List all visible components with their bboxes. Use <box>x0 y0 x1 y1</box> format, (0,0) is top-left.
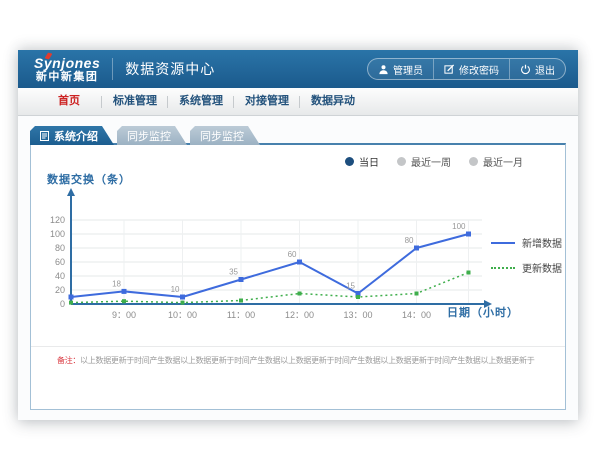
tab-sync-monitor-2-label: 同步监控 <box>200 128 244 144</box>
nav-item-standard-management[interactable]: 标准管理 <box>102 88 168 115</box>
x-tick-label: 13：00 <box>343 310 372 320</box>
y-tick-label: 60 <box>55 257 65 267</box>
tab-system-intro[interactable]: 系统介绍 <box>30 126 114 145</box>
chart-panel: 当日 最近一周 最近一月 数据交换（条） 0 20 40 60 80 100 120 9：00… <box>30 143 566 410</box>
data-point <box>69 295 74 300</box>
radio-selected-icon <box>345 157 354 166</box>
tab-sync-monitor-1[interactable]: 同步监控 <box>117 126 187 145</box>
series-line <box>71 273 469 303</box>
x-tick-label: 14：00 <box>402 310 431 320</box>
time-filter-last-month[interactable]: 最近一月 <box>469 154 523 169</box>
radio-icon <box>469 157 478 166</box>
user-menu-logout[interactable]: 退出 <box>509 59 565 79</box>
data-point <box>298 292 302 296</box>
company-logo: Synjones 新中新集团 <box>34 56 100 83</box>
page-background: Synjones 新中新集团 数据资源中心 管理员 修改密码 <box>0 0 600 450</box>
app-header: Synjones 新中新集团 数据资源中心 管理员 修改密码 <box>18 50 578 88</box>
data-point <box>415 292 419 296</box>
main-nav: 首页 标准管理 系统管理 对接管理 数据异动 <box>18 88 578 116</box>
nav-item-interface-management[interactable]: 对接管理 <box>234 88 300 115</box>
data-point <box>239 299 243 303</box>
user-menu-change-password-label: 修改密码 <box>459 62 499 77</box>
data-point <box>297 260 302 265</box>
time-filter-last-month-label: 最近一月 <box>483 154 523 169</box>
data-point <box>69 301 73 305</box>
logo-secondary-text: 新中新集团 <box>34 72 100 83</box>
user-menu: 管理员 修改密码 退出 <box>367 58 566 80</box>
nav-item-system-management[interactable]: 系统管理 <box>168 88 234 115</box>
nav-item-data-change[interactable]: 数据异动 <box>300 88 366 115</box>
time-filter-today-label: 当日 <box>359 154 379 169</box>
footer-note: 备注：以上数据更新于时间产生数据以上数据更新于时间产生数据以上数据更新于时间产生… <box>57 355 549 366</box>
time-filter-last-week-label: 最近一周 <box>411 154 451 169</box>
chart-y-axis-title: 数据交换（条） <box>47 171 131 187</box>
data-point <box>466 232 471 237</box>
y-tick-label: 100 <box>50 229 65 239</box>
data-point <box>180 295 185 300</box>
legend-solid-line-icon <box>491 242 515 244</box>
data-point-label: 18 <box>112 279 121 288</box>
tab-sync-monitor-2[interactable]: 同步监控 <box>190 126 260 145</box>
app-title: 数据资源中心 <box>125 59 215 79</box>
y-tick-label: 80 <box>55 243 65 253</box>
data-point-label: 35 <box>229 268 238 277</box>
data-point <box>356 295 360 299</box>
data-point-label: 60 <box>288 250 297 259</box>
legend-item-updated-data: 更新数据 <box>491 260 562 275</box>
app-window: Synjones 新中新集团 数据资源中心 管理员 修改密码 <box>18 50 578 420</box>
tab-system-intro-label: 系统介绍 <box>54 128 98 144</box>
x-tick-label: 10：00 <box>168 310 197 320</box>
data-point <box>122 299 126 303</box>
edit-icon <box>444 64 455 75</box>
legend-new-data-label: 新增数据 <box>522 235 562 250</box>
time-filter-today[interactable]: 当日 <box>345 154 379 169</box>
y-tick-label: 0 <box>60 299 65 309</box>
data-point <box>239 277 244 282</box>
time-filter: 当日 最近一周 最近一月 <box>345 154 523 169</box>
user-icon <box>378 64 389 75</box>
data-point <box>467 271 471 275</box>
tab-bar: 系统介绍 同步监控 同步监控 <box>30 126 260 145</box>
data-point-label: 100 <box>452 222 466 231</box>
legend-item-new-data: 新增数据 <box>491 235 562 250</box>
tab-sync-monitor-1-label: 同步监控 <box>127 128 171 144</box>
data-point-label: 15 <box>346 282 355 291</box>
data-point-label: 80 <box>405 236 414 245</box>
x-tick-label: 11：00 <box>227 310 255 320</box>
header-divider <box>112 58 113 80</box>
y-tick-label: 40 <box>55 271 65 281</box>
legend-updated-data-label: 更新数据 <box>522 260 562 275</box>
y-tick-label: 20 <box>55 285 65 295</box>
user-menu-admin-label: 管理员 <box>393 62 423 77</box>
data-point <box>181 301 185 305</box>
nav-item-home[interactable]: 首页 <box>36 88 102 115</box>
legend-dotted-line-icon <box>491 267 515 269</box>
x-tick-label: 9：00 <box>112 310 136 320</box>
logout-icon <box>520 64 531 75</box>
data-point <box>122 289 127 294</box>
user-menu-change-password[interactable]: 修改密码 <box>433 59 509 79</box>
chart-x-axis-title: 日期（小时） <box>447 304 519 320</box>
user-menu-admin[interactable]: 管理员 <box>368 59 433 79</box>
footer-note-text: 以上数据更新于时间产生数据以上数据更新于时间产生数据以上数据更新于时间产生数据以… <box>80 356 534 365</box>
footer-note-label: 备注： <box>57 356 80 365</box>
user-menu-logout-label: 退出 <box>535 62 555 77</box>
panel-divider <box>31 346 565 347</box>
x-tick-label: 12：00 <box>285 310 314 320</box>
y-axis-arrow-icon <box>67 188 75 196</box>
radio-icon <box>397 157 406 166</box>
data-point-label: 10 <box>171 285 180 294</box>
time-filter-last-week[interactable]: 最近一周 <box>397 154 451 169</box>
data-point <box>414 246 419 251</box>
y-tick-label: 120 <box>50 215 65 225</box>
chart-legend: 新增数据 更新数据 <box>491 235 562 275</box>
line-chart: 0 20 40 60 80 100 120 9：00 10：00 11：00 12：00 13：00 1… <box>37 187 495 327</box>
document-icon <box>40 131 49 141</box>
